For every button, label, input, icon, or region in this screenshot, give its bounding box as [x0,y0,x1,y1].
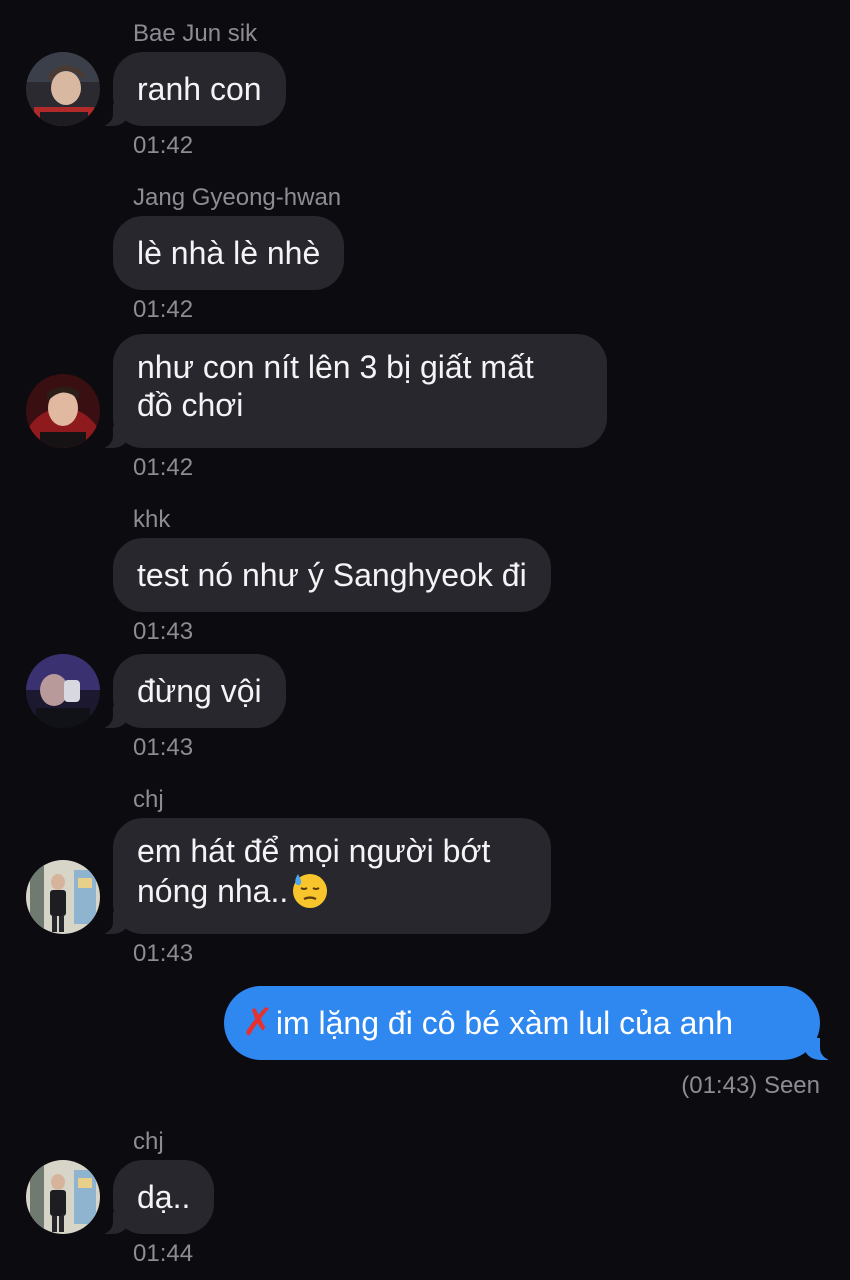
message-bubble[interactable]: lè nhà lè nhè [113,216,345,290]
message-text: im lặng đi cô bé xàm lul của anh [275,1005,733,1041]
message-time: 01:43 [133,618,194,645]
avatar-bae-jun-sik[interactable] [26,52,100,126]
sender-name: chj [133,786,164,813]
message-time: 01:42 [133,454,194,481]
seen-status: (01:43) Seen [681,1072,820,1099]
message-text-line-with-emoji: nóng nha.. [137,870,330,910]
cross-mark-icon: ✗ [242,1002,274,1044]
avatar-chj[interactable] [26,860,100,934]
message-text: ranh con [137,71,262,107]
chat-thread: Bae Jun sik ranh con 01:42 Jang Gyeong-h… [0,0,850,1280]
message-time: 01:43 [133,940,194,967]
message-text-line: như con nít lên 3 bị giất mất [137,349,534,385]
message-bubble[interactable]: dạ.. [98,1160,215,1234]
message-time: 01:43 [133,734,194,761]
message-bubble[interactable]: ranh con [99,52,286,126]
message-time: 01:42 [133,296,194,323]
avatar-jang-gyeong-hwan[interactable] [26,374,100,448]
message-text: dạ.. [137,1179,191,1215]
avatar-khk[interactable] [26,654,100,728]
sender-name: chj [133,1128,164,1155]
message-bubble[interactable]: em hát để mọi người bớt nóng nha.. [99,818,551,934]
message-text-line: đồ chơi [137,387,244,423]
downcast-sweat-face-icon [293,874,328,908]
sender-name: Jang Gyeong-hwan [133,184,342,211]
message-time: 01:42 [133,132,194,159]
message-text-line: nóng nha.. [137,873,289,909]
outgoing-message-bubble[interactable]: ✗ im lặng đi cô bé xàm lul của anh [224,986,834,1060]
sender-name: Bae Jun sik [133,20,258,47]
message-text: đừng vội [137,673,262,709]
message-bubble[interactable]: test nó như ý Sanghyeok đi [113,538,551,612]
avatar-chj[interactable] [26,1160,100,1234]
message-time: 01:44 [133,1240,194,1267]
message-text: lè nhà lè nhè [137,235,321,271]
message-bubble[interactable]: như con nít lên 3 bị giất mất đồ chơi [99,334,607,448]
message-text-line: em hát để mọi người bớt [137,833,491,869]
message-text: test nó như ý Sanghyeok đi [137,557,527,593]
sender-name: khk [133,506,171,533]
message-bubble[interactable]: đừng vội [99,654,286,728]
